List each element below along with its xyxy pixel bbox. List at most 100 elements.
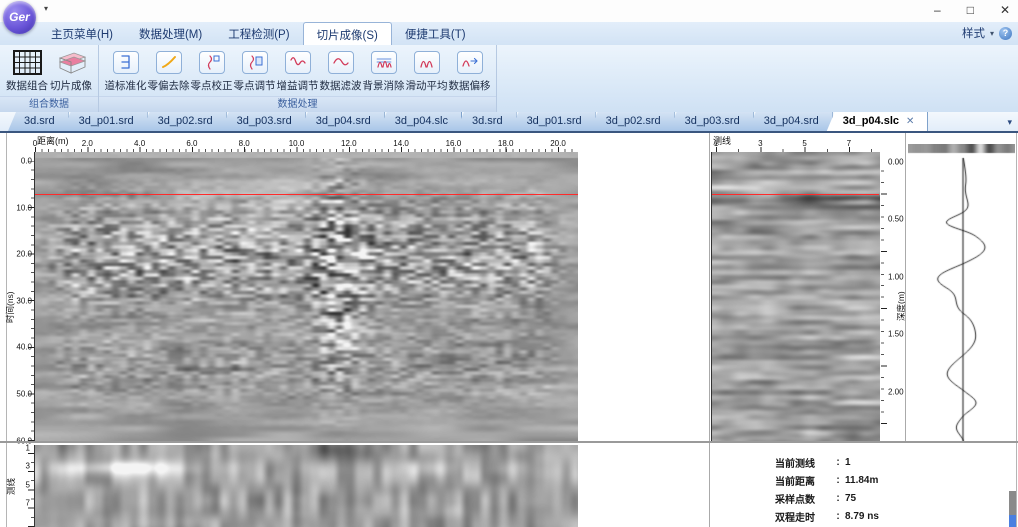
minimize-button[interactable]: – <box>934 2 941 18</box>
maximize-button[interactable]: □ <box>967 2 974 18</box>
data-filter-icon <box>327 48 354 76</box>
document-tab-bar: 3d.srd 3d_p01.srd 3d_p02.srd 3d_p03.srd 3d_p… <box>0 112 1018 133</box>
status-value: 1 <box>845 456 851 468</box>
ribbon-button-label: 增益调节 <box>276 80 319 92</box>
ribbon-group-label: 组合数据 <box>0 96 98 112</box>
main-y-axis-title: 时间(ns) <box>5 291 15 323</box>
status-row: 当前距离:11.84m <box>775 471 879 489</box>
document-tab-3[interactable]: 3d_p02.srd <box>141 112 227 131</box>
document-tab-label: 3d.srd <box>471 115 503 127</box>
document-tab-label: 3d.srd <box>24 115 55 127</box>
axis-tick-label: 1.00 <box>888 272 904 282</box>
close-button[interactable]: ✕ <box>1000 2 1010 18</box>
status-scrollbar-end[interactable] <box>1009 515 1016 527</box>
ribbon-button-label: 背景消除 <box>362 80 405 92</box>
ribbon-button-label: 道标准化 <box>104 80 147 92</box>
document-tab-6[interactable]: 3d_p04.slc <box>378 112 462 131</box>
gain-adjust-button[interactable]: 增益调节 <box>276 48 319 93</box>
style-button[interactable]: 样式 <box>962 25 985 41</box>
ribbon-button-label: 零点调节 <box>233 80 276 92</box>
moving-average-button[interactable]: 滑动平均 <box>405 48 448 93</box>
tab-close-icon[interactable]: ✕ <box>906 112 914 131</box>
document-tab-4[interactable]: 3d_p03.srd <box>220 112 306 131</box>
zero-correction-button[interactable]: 零点校正 <box>190 48 233 93</box>
status-row: 当前测线:1 <box>775 453 879 471</box>
quick-access-arrow-icon[interactable]: ▾ <box>44 4 48 13</box>
menu-tab-1[interactable]: 主页菜单(H) <box>38 22 126 45</box>
dc-removal-icon <box>155 48 182 76</box>
status-value: 11.84m <box>845 474 879 486</box>
tab-overflow-button[interactable]: ▾ <box>1007 117 1012 128</box>
status-separator: : <box>836 492 840 504</box>
horizontal-splitter[interactable] <box>0 441 1018 443</box>
zero-adjust-button[interactable]: 零点调节 <box>233 48 276 93</box>
ribbon-button-label: 数据组合 <box>6 80 48 92</box>
document-tab-label: 3d_p01.srd <box>78 115 134 127</box>
document-tab-9[interactable]: 3d_p02.srd <box>589 112 675 131</box>
document-tab-11[interactable]: 3d_p04.srd <box>747 112 833 131</box>
plan-slice-canvas[interactable] <box>34 445 578 527</box>
data-filter-button[interactable]: 数据滤波 <box>319 48 362 93</box>
trace-normalize-button[interactable]: 道标准化 <box>104 48 147 93</box>
trace-normalize-icon <box>112 48 139 76</box>
menu-tab-4[interactable]: 切片成像(S) <box>302 22 392 45</box>
ribbon-button-label: 数据偏移 <box>448 80 491 92</box>
document-tab-label: 3d_p02.srd <box>605 115 661 127</box>
plan-y-axis-title: 测线 <box>6 477 16 495</box>
status-label: 当前距离 <box>775 476 815 488</box>
ribbon-group-label: 数据处理 <box>99 96 496 112</box>
status-scrollbar-thumb[interactable] <box>1009 491 1016 515</box>
ribbon-button-label: 零偏去除 <box>147 80 190 92</box>
vertical-splitter[interactable] <box>709 133 710 527</box>
zero-adjust-icon <box>241 48 268 76</box>
document-tab-12[interactable]: 3d_p04.slc ✕ <box>826 112 929 131</box>
document-tab-10[interactable]: 3d_p03.srd <box>668 112 754 131</box>
cross-y-tick-marks <box>881 162 887 424</box>
background-removal-icon <box>370 48 397 76</box>
document-tab-label: 3d_p04.slc <box>842 115 900 127</box>
document-tab-8[interactable]: 3d_p01.srd <box>510 112 596 131</box>
document-tab-1[interactable]: 3d.srd <box>8 112 69 131</box>
ribbon-group-2: 道标准化 零偏去除 零点校正 零点调节 增益调节 数据滤波 背景消除 滑动平均 数据偏移数据处理 <box>99 45 497 112</box>
document-tab-5[interactable]: 3d_p04.srd <box>299 112 385 131</box>
data-grid-icon <box>12 48 42 76</box>
data-migration-button[interactable]: 数据偏移 <box>448 48 491 93</box>
status-panel: 当前测线:1 当前距离:11.84m 采样点数:75 双程走时:8.79 ns <box>775 453 879 525</box>
axis-tick-label: 1.50 <box>888 329 904 339</box>
document-tab-label: 3d_p04.srd <box>763 115 819 127</box>
slice-cube-button[interactable]: 切片成像 <box>49 48 93 93</box>
workspace: 距离(m) 0 2.0 4.0 6.0 8.0 10.0 12.0 14.0 16.0 18.0 2… <box>0 133 1018 527</box>
trace-waveform-canvas[interactable] <box>908 144 1015 444</box>
document-tab-label: 3d_p03.srd <box>684 115 740 127</box>
status-label: 当前测线 <box>775 458 815 470</box>
document-tab-2[interactable]: 3d_p01.srd <box>62 112 148 131</box>
menu-tab-3[interactable]: 工程检测(P) <box>215 22 302 45</box>
document-tab-label: 3d_p03.srd <box>236 115 292 127</box>
ribbon-button-label: 零点校正 <box>190 80 233 92</box>
menu-tab-5[interactable]: 便捷工具(T) <box>392 22 479 45</box>
vertical-splitter-2[interactable] <box>905 133 906 441</box>
cross-time-cursor-line[interactable] <box>712 194 879 195</box>
help-icon[interactable]: ? <box>999 26 1012 40</box>
background-removal-button[interactable]: 背景消除 <box>362 48 405 93</box>
document-tab-label: 3d_p02.srd <box>157 115 213 127</box>
data-grid-button[interactable]: 数据组合 <box>5 48 49 93</box>
document-tab-label: 3d_p04.srd <box>315 115 371 127</box>
cross-view-canvas[interactable] <box>711 152 880 442</box>
main-time-cursor-line[interactable] <box>35 194 578 195</box>
style-dropdown-arrow-icon[interactable]: ▾ <box>990 29 994 38</box>
dc-removal-button[interactable]: 零偏去除 <box>147 48 190 93</box>
document-tab-7[interactable]: 3d.srd <box>455 112 517 131</box>
status-value: 75 <box>845 492 857 504</box>
application-window: Ger ▾ – □ ✕ 主页菜单(H) 数据处理(M) 工程检测(P) 切片成像(S)… <box>0 0 1018 527</box>
zero-correction-icon <box>198 48 225 76</box>
menu-tabs: 主页菜单(H) 数据处理(M) 工程检测(P) 切片成像(S) 便捷工具(T) <box>38 22 479 45</box>
ribbon-button-label: 切片成像 <box>50 80 92 92</box>
status-label: 双程走时 <box>775 512 815 524</box>
menu-tab-2[interactable]: 数据处理(M) <box>126 22 215 45</box>
main-bscan-canvas[interactable] <box>34 152 578 442</box>
status-separator: : <box>836 510 840 522</box>
data-migration-icon <box>456 48 483 76</box>
axis-tick-label: 0.50 <box>888 214 904 224</box>
app-logo-button[interactable]: Ger <box>3 1 36 34</box>
